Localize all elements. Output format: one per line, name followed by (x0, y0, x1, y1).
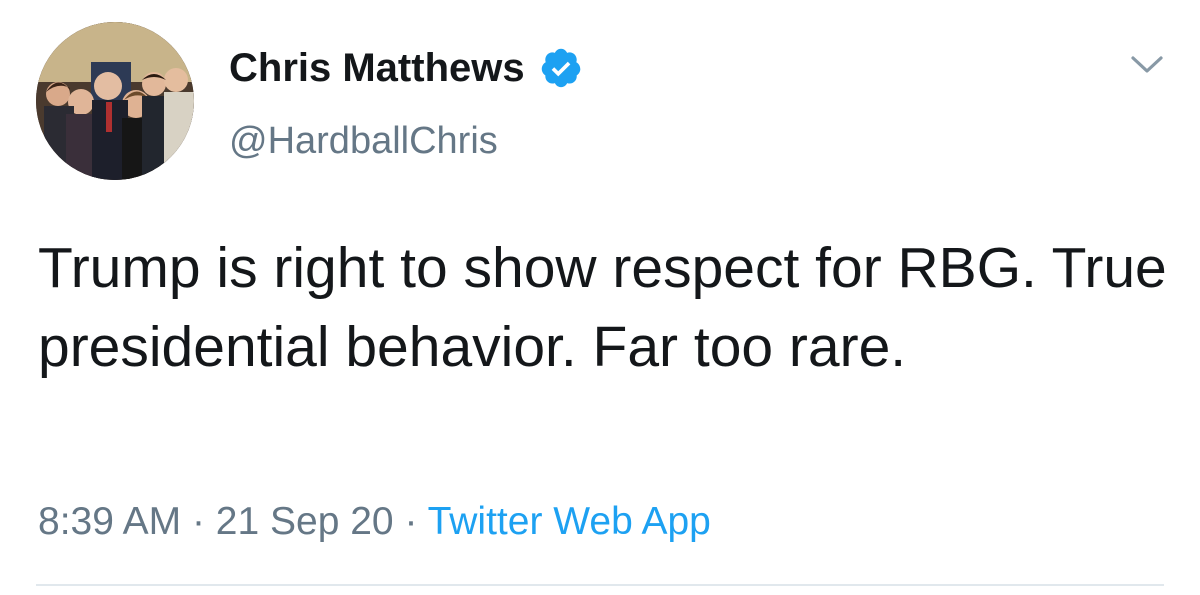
tweet-date[interactable]: 21 Sep 20 (216, 500, 394, 543)
chevron-down-icon[interactable] (1128, 52, 1166, 78)
author-header: Chris Matthews (229, 44, 583, 92)
meta-separator: · (191, 500, 205, 543)
tweet-meta: 8:39 AM · 21 Sep 20 · Twitter Web App (38, 498, 711, 546)
tweet-time[interactable]: 8:39 AM (38, 500, 181, 543)
avatar[interactable] (36, 22, 194, 180)
meta-separator: · (404, 500, 418, 543)
verified-badge-icon (539, 46, 583, 90)
tweet-text: Trump is right to show respect for RBG. … (38, 236, 1167, 379)
tweet-source-link[interactable]: Twitter Web App (428, 500, 711, 543)
author-name[interactable]: Chris Matthews (229, 44, 525, 92)
divider (36, 584, 1164, 586)
group-photo-avatar (36, 22, 194, 180)
author-handle[interactable]: @HardballChris (229, 118, 498, 164)
